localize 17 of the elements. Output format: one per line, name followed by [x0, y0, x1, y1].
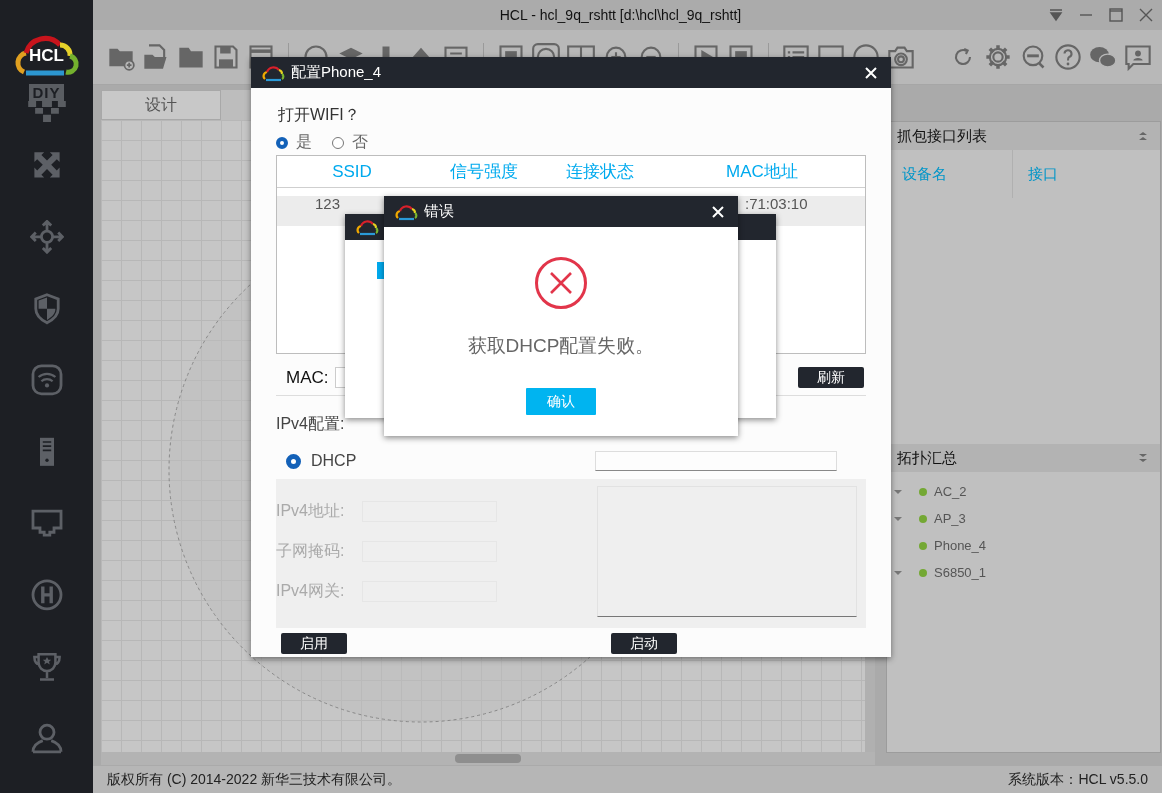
- window-title: HCL - hcl_9q_rshtt [d:\hcl\hcl_9q_rshtt]: [498, 7, 743, 23]
- field-label: MAC:: [286, 367, 329, 388]
- panel-title: 拓扑汇总: [897, 448, 957, 468]
- field-label: IPv4地址:: [276, 500, 346, 521]
- copyright-text: 版权所有 (C) 2014-2022 新华三技术有限公司。: [107, 770, 402, 789]
- app-logo: HCL: [9, 34, 84, 78]
- wifi-question: 打开WIFI？: [278, 105, 361, 125]
- version-text: 系统版本：HCL v5.5.0: [1008, 770, 1148, 789]
- error-message: 获取DHCP配置失败。: [467, 334, 655, 358]
- table-cell: :71:03:10: [745, 196, 808, 211]
- section-label: IPv4配置:: [276, 414, 346, 434]
- dialog-title: 配置Phone_4: [291, 63, 383, 82]
- dialog-title: 错误: [424, 202, 455, 221]
- field-label: IPv4网关:: [276, 580, 346, 601]
- panel-title: 抓包接口列表: [897, 126, 987, 146]
- field-label: 子网掩码:: [276, 540, 346, 561]
- table-cell: 123: [314, 196, 340, 211]
